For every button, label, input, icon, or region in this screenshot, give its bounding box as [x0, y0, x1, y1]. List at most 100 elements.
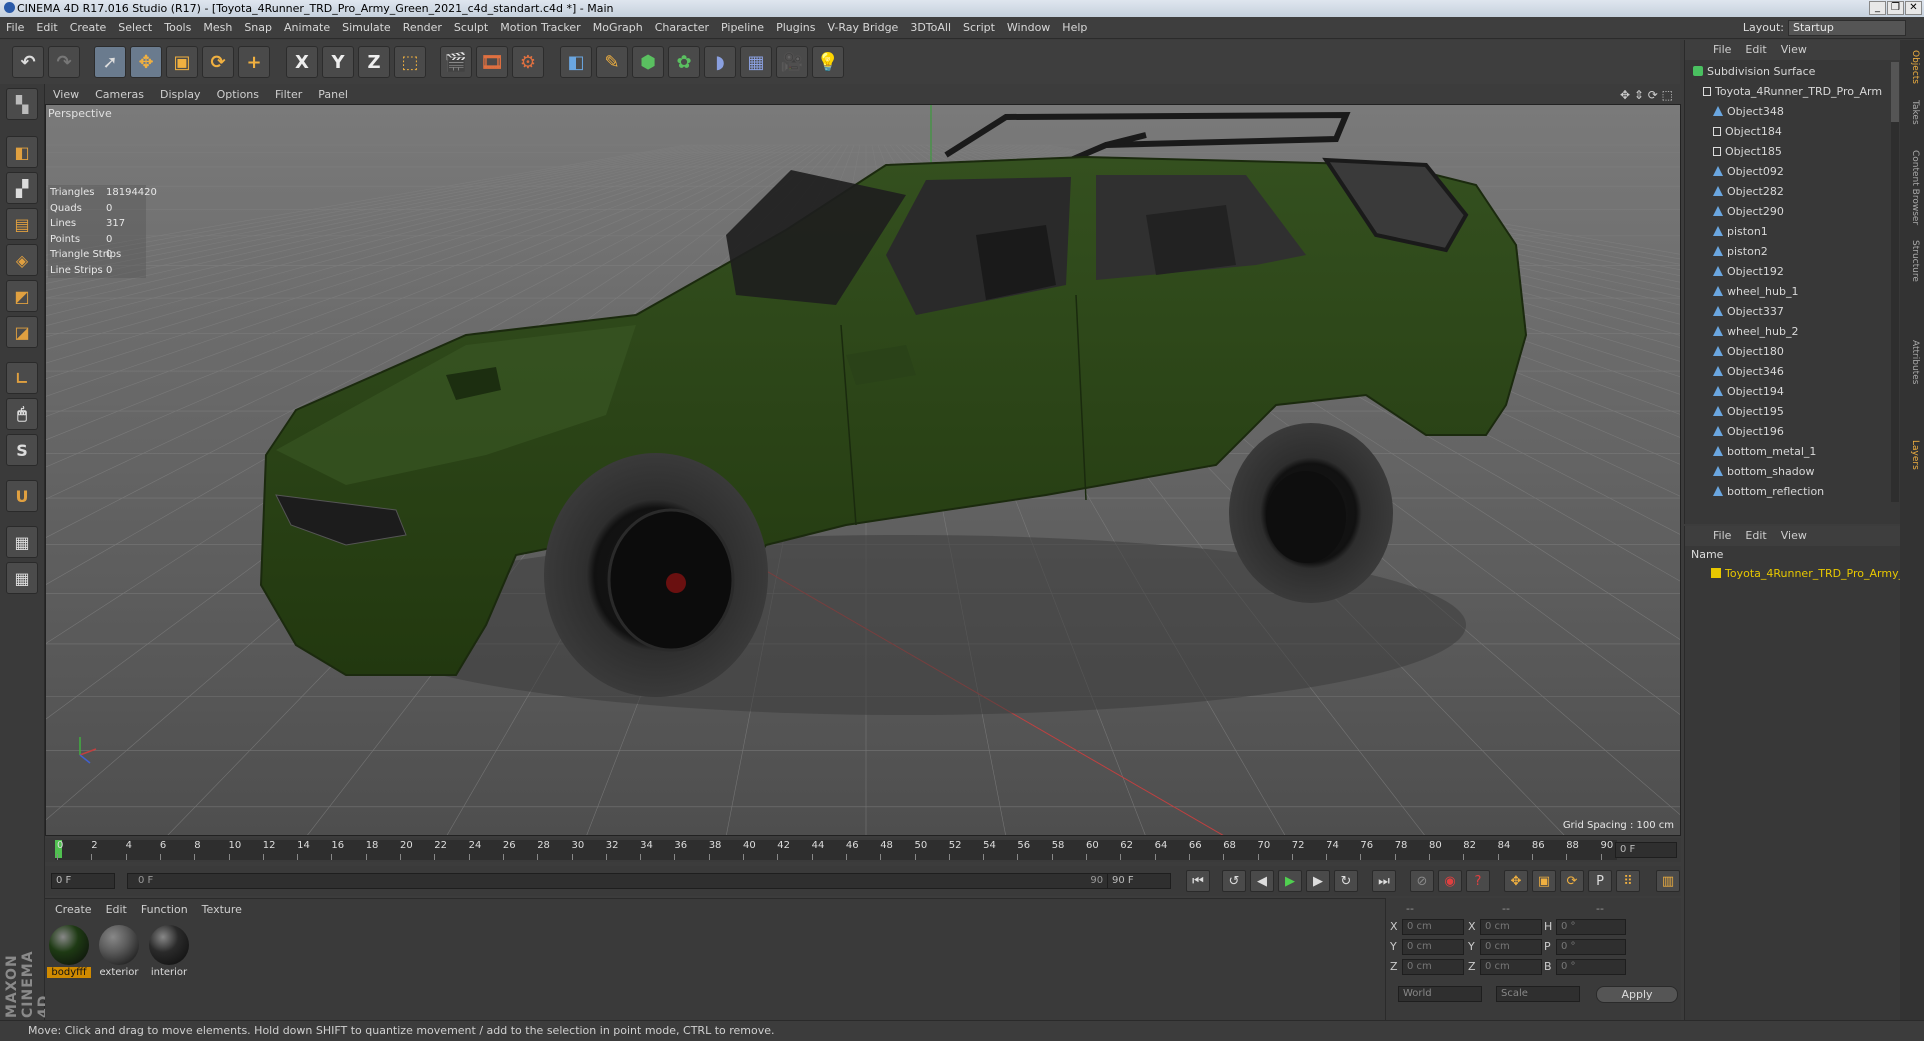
play-button[interactable]: ▶	[1278, 870, 1302, 892]
menu-item[interactable]: V-Ray Bridge	[827, 21, 898, 34]
menu-item[interactable]: Render	[403, 21, 442, 34]
side-tab[interactable]: Takes	[1904, 100, 1920, 125]
coord-field[interactable]: 0 cm	[1402, 959, 1464, 975]
model-mode-button[interactable]: ◧	[6, 136, 38, 168]
menu-item[interactable]: Character	[655, 21, 709, 34]
object-tree-scrollbar[interactable]	[1891, 62, 1899, 502]
timeline-window-button[interactable]: ▥	[1656, 870, 1680, 892]
start-frame-field[interactable]: 0 F	[51, 873, 115, 889]
object-row[interactable]: Object290	[1685, 202, 1891, 222]
maximize-button[interactable]: ❐	[1887, 1, 1904, 15]
coordinate-system-button[interactable]: ⬚	[394, 46, 426, 78]
viewport-menu-item[interactable]: Filter	[275, 88, 302, 101]
object-row[interactable]: wheel_hub_2	[1685, 322, 1891, 342]
record-keys-button[interactable]: ⊘	[1410, 870, 1434, 892]
coord-field[interactable]: 0 cm	[1480, 959, 1542, 975]
layout-selector[interactable]: Layout: Startup	[1743, 19, 1906, 37]
autokey-button[interactable]: ◉	[1438, 870, 1462, 892]
coord-field[interactable]: 0 °	[1556, 939, 1626, 955]
object-row[interactable]: Toyota_4Runner_TRD_Pro_Arm	[1685, 82, 1891, 102]
cube-primitive-button[interactable]: ◧	[560, 46, 592, 78]
coord-field[interactable]: 0 cm	[1480, 939, 1542, 955]
menu-item[interactable]: Mesh	[203, 21, 232, 34]
menu-item[interactable]: Snap	[244, 21, 272, 34]
workplane-mode-button[interactable]: ▤	[6, 208, 38, 240]
menu-item[interactable]: Create	[70, 21, 107, 34]
viewport-menu-item[interactable]: View	[53, 88, 79, 101]
minimize-button[interactable]: _	[1869, 1, 1886, 15]
y-axis-lock[interactable]: Y	[322, 46, 354, 78]
object-menu-item[interactable]: Edit	[1745, 43, 1766, 56]
soft-selection-button[interactable]: S	[6, 434, 38, 466]
material-menu-item[interactable]: Edit	[106, 903, 127, 916]
menu-item[interactable]: MoGraph	[593, 21, 643, 34]
live-selection-tool[interactable]: ➚	[94, 46, 126, 78]
object-row[interactable]: Object184	[1685, 122, 1891, 142]
key-rotation-button[interactable]: ⟳	[1560, 870, 1584, 892]
rotate-tool[interactable]: ⟳	[202, 46, 234, 78]
viewport-menu-item[interactable]: Cameras	[95, 88, 144, 101]
go-to-end-button[interactable]: ⏭	[1372, 870, 1396, 892]
edges-mode-button[interactable]: ◩	[6, 280, 38, 312]
viewport-menu-item[interactable]: Options	[217, 88, 259, 101]
coord-field[interactable]: 0 °	[1556, 959, 1626, 975]
menu-item[interactable]: File	[6, 21, 24, 34]
side-tab[interactable]: Layers	[1904, 440, 1920, 470]
menu-item[interactable]: Pipeline	[721, 21, 764, 34]
layer-menu-item[interactable]: View	[1781, 529, 1807, 542]
go-to-start-button[interactable]: ⏮	[1186, 870, 1210, 892]
current-frame-field[interactable]: 0 F	[1615, 842, 1677, 858]
material-menu-item[interactable]: Create	[55, 903, 92, 916]
z-axis-lock[interactable]: Z	[358, 46, 390, 78]
side-tab[interactable]: Objects	[1904, 50, 1920, 84]
end-frame-field[interactable]: 90 F	[1107, 873, 1171, 889]
apply-button[interactable]: Apply	[1596, 986, 1678, 1003]
axis-mode-button[interactable]: ∟	[6, 362, 38, 394]
coord-field[interactable]: 0 cm	[1402, 939, 1464, 955]
menu-item[interactable]: Edit	[36, 21, 57, 34]
object-row[interactable]: Object185	[1685, 142, 1891, 162]
undo-button[interactable]: ↶	[12, 46, 44, 78]
material-menu-item[interactable]: Function	[141, 903, 188, 916]
polygons-mode-button[interactable]: ◪	[6, 316, 38, 348]
pen-spline-button[interactable]: ✎	[596, 46, 628, 78]
render-settings-button[interactable]: ⚙	[512, 46, 544, 78]
object-row[interactable]: Object180	[1685, 342, 1891, 362]
object-row[interactable]: bottom_reflection	[1685, 482, 1891, 502]
object-row[interactable]: Object337	[1685, 302, 1891, 322]
material-swatch[interactable]: exterior	[97, 925, 141, 983]
object-row[interactable]: bottom_shadow	[1685, 462, 1891, 482]
subdivision-button[interactable]: ⬢	[632, 46, 664, 78]
menu-item[interactable]: 3DToAll	[910, 21, 951, 34]
previous-key-button[interactable]: ↺	[1222, 870, 1246, 892]
object-row[interactable]: piston1	[1685, 222, 1891, 242]
key-pla-button[interactable]: ⠿	[1616, 870, 1640, 892]
render-view-button[interactable]: 🎬	[440, 46, 472, 78]
side-tab[interactable]: Content Browser	[1904, 150, 1920, 225]
coord-field[interactable]: 0 cm	[1402, 919, 1464, 935]
texture-mode-button[interactable]: ▞	[6, 172, 38, 204]
coord-field[interactable]: 0 cm	[1480, 919, 1542, 935]
menu-item[interactable]: Select	[118, 21, 152, 34]
object-row[interactable]: Subdivision Surface	[1685, 62, 1891, 82]
next-frame-button[interactable]: ▶	[1306, 870, 1330, 892]
coord-field[interactable]: 0 °	[1556, 919, 1626, 935]
object-row[interactable]: Object348	[1685, 102, 1891, 122]
menu-item[interactable]: Window	[1007, 21, 1050, 34]
points-mode-button[interactable]: ◈	[6, 244, 38, 276]
menu-item[interactable]: Help	[1062, 21, 1087, 34]
key-scale-button[interactable]: ▣	[1532, 870, 1556, 892]
menu-item[interactable]: Animate	[284, 21, 330, 34]
key-parameter-button[interactable]: P	[1588, 870, 1612, 892]
layer-menu-item[interactable]: File	[1713, 529, 1731, 542]
scale-tool[interactable]: ▣	[166, 46, 198, 78]
object-row[interactable]: Object282	[1685, 182, 1891, 202]
material-swatch[interactable]: interior	[147, 925, 191, 983]
coords-world-dropdown[interactable]: World	[1398, 986, 1482, 1002]
menu-item[interactable]: Simulate	[342, 21, 391, 34]
menu-item[interactable]: Script	[963, 21, 995, 34]
side-tab[interactable]: Attributes	[1904, 340, 1920, 384]
layer-row[interactable]: Toyota_4Runner_TRD_Pro_Army_G	[1685, 564, 1913, 584]
object-row[interactable]: Object194	[1685, 382, 1891, 402]
floor-button[interactable]: ▦	[740, 46, 772, 78]
